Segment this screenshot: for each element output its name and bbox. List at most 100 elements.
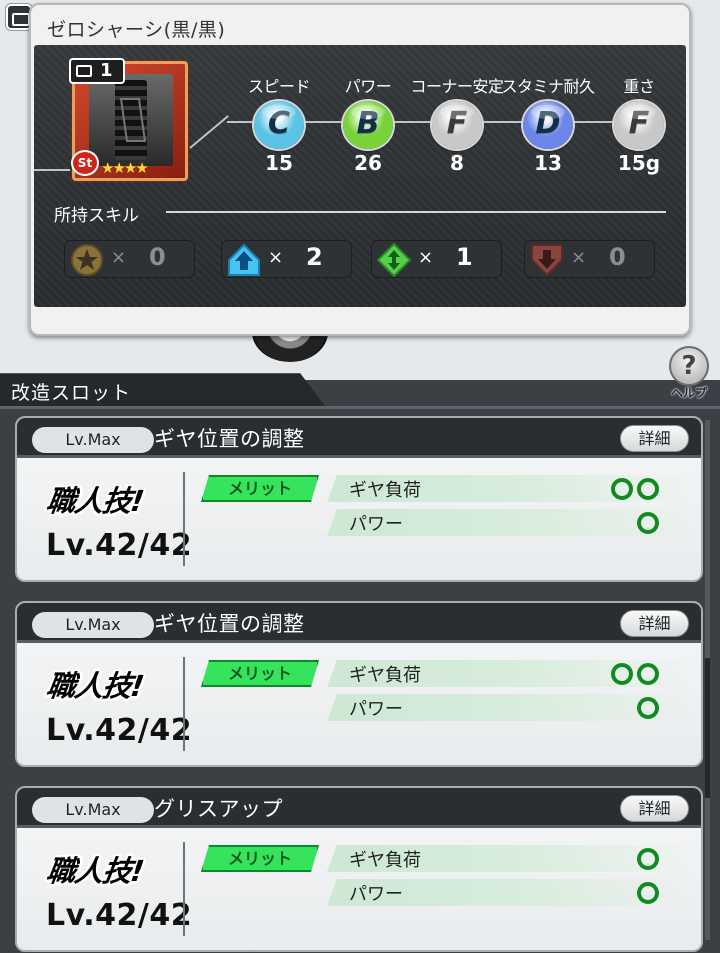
grade-ring-icon (637, 697, 659, 719)
grade-badge: C (254, 101, 304, 149)
slot-card-body: 職人技! Lv.42/42 メリット ギヤ負荷 パワー (17, 458, 701, 580)
skill-count: 0 (149, 243, 166, 271)
detail-button[interactable]: 詳細 (620, 425, 689, 452)
divider (183, 657, 185, 751)
skill-count-down: × 0 (524, 240, 655, 278)
merit-tag: メリット (201, 660, 319, 687)
stat-value: 26 (354, 151, 382, 175)
skills-divider (166, 211, 666, 213)
slot-name: ギヤ位置の調整 (154, 427, 305, 451)
divider (183, 472, 185, 566)
slot-card-body: 職人技! Lv.42/42 メリット ギヤ負荷 パワー (17, 643, 701, 765)
slot-card: Lv.Max ギヤ位置の調整 詳細 職人技! Lv.42/42 メリット ギヤ負… (15, 601, 703, 767)
part-info-panel: ゼロシャーシ(黒/黒) 1 St ★★★★ スピード C 15 パワー B 26… (29, 3, 691, 336)
stat-label: 重さ (623, 77, 655, 96)
effect-label: パワー (349, 699, 403, 720)
grade-badge: F (432, 101, 482, 149)
times-sign: × (418, 247, 434, 268)
effect-row: パワー (327, 509, 687, 536)
detail-button[interactable]: 詳細 (620, 610, 689, 637)
help-label: ヘルプ (670, 386, 707, 400)
stat-label: パワー (344, 77, 392, 96)
type-badge: St (71, 150, 99, 176)
level-tag: Lv.Max (32, 797, 154, 823)
skills-label: 所持スキル (54, 206, 139, 226)
merit-tag: メリット (201, 845, 319, 872)
effect-row: ギヤ負荷 (327, 660, 687, 687)
stat-value: 8 (450, 151, 464, 175)
slot-section-strip (0, 406, 720, 409)
stat-power: パワー B 26 (318, 73, 418, 175)
grade-badge: B (343, 101, 393, 149)
grade-ring-icon (637, 848, 659, 870)
grade-ring-icon (611, 663, 633, 685)
help-button[interactable]: ? ヘルプ (667, 346, 711, 404)
effect-label: パワー (349, 884, 403, 905)
help-icon: ? (669, 346, 709, 386)
times-sign: × (111, 247, 127, 268)
stat-connector (34, 169, 70, 171)
part-name: ゼロシャーシ(黒/黒) (47, 19, 226, 41)
slot-card: Lv.Max グリスアップ 詳細 職人技! Lv.42/42 メリット ギヤ負荷… (15, 786, 703, 952)
craft-level: Lv.42/42 (46, 528, 193, 563)
effect-label: ギヤ負荷 (349, 850, 421, 871)
slot-card-body: 職人技! Lv.42/42 メリット ギヤ負荷 パワー (17, 828, 701, 950)
times-sign: × (571, 247, 587, 268)
grade-ring-icon (637, 478, 659, 500)
times-sign: × (268, 247, 284, 268)
slot-section-title: 改造スロット (11, 382, 132, 404)
effect-grade (637, 697, 659, 719)
grade-ring-icon (637, 512, 659, 534)
effect-grade (637, 882, 659, 904)
rarity-stars: ★★★★ (101, 159, 149, 177)
craft-label: 職人技! (44, 669, 146, 703)
skill-count-updown: × 1 (371, 240, 502, 278)
owned-count: 1 (100, 60, 113, 81)
detail-button[interactable]: 詳細 (620, 795, 689, 822)
skill-count: 2 (306, 243, 323, 271)
stat-value: 15g (617, 151, 661, 175)
craft-label: 職人技! (44, 854, 146, 888)
skill-count-star: × 0 (64, 240, 195, 278)
grade-ring-icon (611, 478, 633, 500)
star-medal-icon (71, 244, 103, 276)
arrow-down-icon (531, 244, 563, 277)
slot-name: グリスアップ (154, 797, 283, 821)
skill-count: 0 (609, 243, 626, 271)
effect-label: ギヤ負荷 (349, 665, 421, 686)
grade-badge: F (614, 101, 664, 149)
owned-count-badge: 1 (69, 58, 125, 84)
chassis-image (89, 74, 173, 166)
stat-label: コーナー安定 (410, 77, 504, 96)
arrow-updown-icon (376, 242, 412, 278)
merit-tag: メリット (201, 475, 319, 502)
part-info-body: 1 St ★★★★ スピード C 15 パワー B 26 コーナー安定 F 8 … (34, 45, 686, 307)
level-tag: Lv.Max (32, 427, 154, 453)
slot-section-header: 改造スロット (0, 373, 326, 407)
skill-count-up: × 2 (221, 240, 352, 278)
slot-card-header: Lv.Max グリスアップ 詳細 (17, 788, 701, 828)
chassis-card: 1 St ★★★★ (69, 58, 188, 181)
stat-weight: 重さ F 15g (589, 73, 686, 175)
stat-value: 13 (534, 151, 562, 175)
scrollbar-thumb[interactable] (705, 658, 710, 798)
effect-label: ギヤ負荷 (349, 480, 421, 501)
slot-card-header: Lv.Max ギヤ位置の調整 詳細 (17, 418, 701, 458)
effect-grade (611, 663, 659, 685)
effect-row: ギヤ負荷 (327, 845, 687, 872)
craft-label: 職人技! (44, 484, 146, 518)
stat-corner-stability: コーナー安定 F 8 (407, 73, 507, 175)
slot-card-header: Lv.Max ギヤ位置の調整 詳細 (17, 603, 701, 643)
stat-label: スタミナ耐久 (501, 77, 595, 96)
craft-level: Lv.42/42 (46, 898, 193, 933)
effect-grade (611, 478, 659, 500)
stat-speed: スピード C 15 (229, 73, 329, 175)
craft-level: Lv.42/42 (46, 713, 193, 748)
grade-ring-icon (637, 663, 659, 685)
level-tag: Lv.Max (32, 612, 154, 638)
stat-connector (189, 115, 229, 149)
effect-row: パワー (327, 879, 687, 906)
grade-badge: D (523, 101, 573, 149)
slot-card: Lv.Max ギヤ位置の調整 詳細 職人技! Lv.42/42 メリット ギヤ負… (15, 416, 703, 582)
stat-value: 15 (265, 151, 293, 175)
